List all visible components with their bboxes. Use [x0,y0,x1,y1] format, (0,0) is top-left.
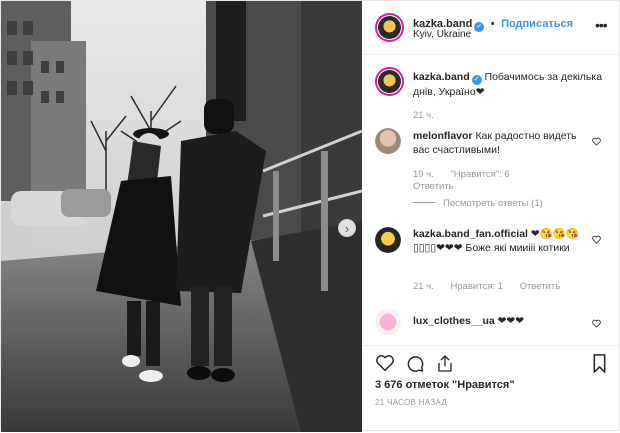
comment-time[interactable]: 19 ч. [413,169,434,180]
caption-meta: 21 ч. [413,110,448,121]
caption: kazka.band ✓ Побачимось за декілька днів,… [413,70,603,99]
post-sidebar: kazka.band ✓ • Подписаться Kyiv, Ukraine … [363,1,619,432]
author-avatar[interactable] [375,13,404,42]
more-options-icon[interactable]: ••• [595,17,608,33]
follow-button[interactable]: Подписаться [501,18,573,30]
comment-avatar[interactable] [375,227,401,253]
comment-meta: 19 ч. "Нравится": 6 [413,169,524,180]
like-heart-icon[interactable] [375,354,395,372]
caption-avatar[interactable] [375,67,404,96]
comment-likes[interactable]: Нравится: 1 [450,281,502,292]
bookmark-icon[interactable] [592,354,607,373]
view-replies-label: Посмотреть ответы (1) [443,198,543,209]
next-photo-button[interactable]: › [338,219,356,237]
photo-image [1,1,362,432]
verified-icon: ✓ [474,22,485,32]
comment-username[interactable]: melonflavor [413,130,473,142]
comment-avatar[interactable] [375,128,401,154]
comment-icon[interactable] [405,354,425,373]
like-comment-icon[interactable] [592,137,601,146]
post-photo[interactable]: › [1,1,362,432]
post-header: kazka.band ✓ • Подписаться Kyiv, Ukraine … [363,1,619,55]
comment-avatar[interactable] [375,309,401,335]
reply-button[interactable]: Ответить [413,181,454,192]
comment: kazka.band_fan.official ❤😘😘😘 ▯▯▯▯❤❤❤ Бож… [413,227,583,255]
comment-meta: 21 ч. Нравится: 1 Ответить [413,281,574,292]
post-actions: 3 676 отметок "Нравится" 21 ЧАСОВ НАЗАД [363,345,619,433]
view-replies-button[interactable]: Посмотреть ответы (1) [413,198,543,209]
likes-count[interactable]: 3 676 отметок "Нравится" [375,379,515,391]
comment-text: ❤❤❤ [497,315,525,327]
reply-button[interactable]: Ответить [520,281,561,292]
comment-username[interactable]: kazka.band_fan.official [413,228,528,240]
like-comment-icon[interactable] [592,319,601,328]
verified-icon: ✓ [471,75,482,85]
comment-username[interactable]: lux_clothes__ua [413,315,495,327]
comments-list: kazka.band ✓ Побачимось за декілька днів,… [363,55,619,345]
location-link[interactable]: Kyiv, Ukraine [413,29,471,40]
comment: melonflavor Как радостно видеть вас счас… [413,129,583,157]
comment-time[interactable]: 21 ч. [413,281,434,292]
caption-username[interactable]: kazka.band [413,71,470,83]
comment-likes[interactable]: "Нравится": 6 [450,169,509,180]
divider-line [413,202,435,203]
like-comment-icon[interactable] [592,235,601,244]
comment: lux_clothes__ua ❤❤❤ [413,314,583,328]
chevron-right-icon: › [344,220,350,236]
caption-time[interactable]: 21 ч. [413,110,434,121]
post-modal: › kazka.band ✓ • Подписаться Kyiv, Ukrain… [0,0,620,432]
post-timestamp[interactable]: 21 ЧАСОВ НАЗАД [375,398,447,407]
share-icon[interactable] [436,354,454,373]
